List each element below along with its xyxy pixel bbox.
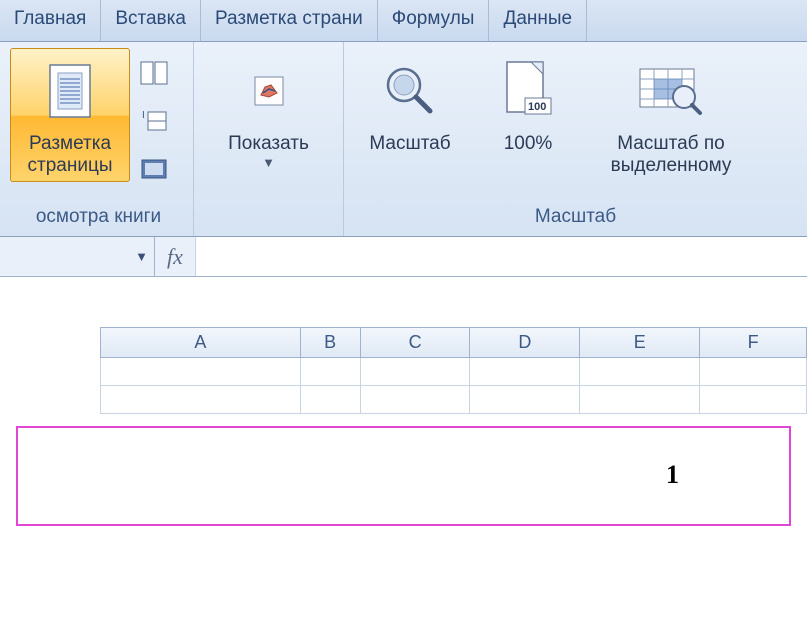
formula-input[interactable]	[195, 237, 807, 276]
page-layout-view-button[interactable]: Разметка страницы	[10, 48, 130, 182]
tab-formulas[interactable]: Формулы	[378, 0, 490, 41]
cell[interactable]	[700, 386, 807, 414]
tab-data[interactable]: Данные	[489, 0, 587, 41]
cell[interactable]	[101, 358, 301, 386]
cell[interactable]	[470, 358, 580, 386]
custom-views-icon	[140, 158, 168, 180]
group-show: Показать ▼	[194, 42, 344, 236]
zoom-100-label: 100%	[504, 133, 553, 155]
tab-page-layout[interactable]: Разметка страни	[201, 0, 378, 41]
cell[interactable]	[301, 358, 361, 386]
cell[interactable]	[580, 358, 700, 386]
chevron-down-icon: ▼	[135, 249, 148, 264]
col-header-c[interactable]: C	[361, 328, 471, 358]
sheet-area: A B C D E F 1	[0, 277, 807, 526]
col-header-a[interactable]: A	[101, 328, 301, 358]
custom-views-button[interactable]	[134, 150, 174, 188]
column-headers: A B C D E F	[100, 327, 807, 358]
group-zoom: Масштаб 100 100%	[344, 42, 807, 236]
zoom-selection-label: Масштаб по выделенному	[611, 133, 732, 177]
name-box[interactable]: ▼	[0, 237, 155, 276]
cell[interactable]	[700, 358, 807, 386]
formula-bar: ▼ fx	[0, 237, 807, 277]
col-header-b[interactable]: B	[301, 328, 361, 358]
cell[interactable]	[470, 386, 580, 414]
show-icon	[247, 55, 291, 127]
cell[interactable]	[580, 386, 700, 414]
col-header-f[interactable]: F	[700, 328, 807, 358]
group-zoom-label: Масштаб	[344, 202, 807, 236]
tab-insert[interactable]: Вставка	[101, 0, 201, 41]
grid-rows	[100, 358, 807, 414]
table-row	[101, 358, 807, 386]
page-number: 1	[666, 460, 679, 490]
col-header-e[interactable]: E	[580, 328, 700, 358]
svg-text:I: I	[142, 110, 145, 121]
magnifier-icon	[382, 55, 438, 127]
chevron-down-icon: ▼	[262, 156, 275, 171]
col-header-d[interactable]: D	[470, 328, 580, 358]
cell[interactable]	[301, 386, 361, 414]
normal-view-button[interactable]	[134, 54, 174, 92]
zoom-label: Масштаб	[369, 133, 450, 155]
fx-button[interactable]: fx	[155, 244, 195, 270]
page-layout-icon	[46, 55, 94, 127]
zoom-selection-button[interactable]: Масштаб по выделенному	[586, 48, 756, 182]
svg-text:100: 100	[528, 101, 546, 113]
show-label: Показать	[228, 133, 309, 155]
page-layout-view-label: Разметка страницы	[28, 133, 113, 177]
page-header-box[interactable]: 1	[16, 426, 791, 526]
group-view-modes-label: осмотра книги	[4, 202, 193, 236]
cell[interactable]	[361, 358, 471, 386]
page-break-icon: I	[140, 108, 168, 134]
group-view-modes: Разметка страницы I	[4, 42, 194, 236]
cell[interactable]	[101, 386, 301, 414]
grid-magnifier-icon	[636, 55, 706, 127]
zoom-100-button[interactable]: 100 100%	[476, 48, 580, 160]
zoom-button[interactable]: Масштаб	[350, 48, 470, 160]
page-break-view-button[interactable]: I	[134, 102, 174, 140]
normal-view-icon	[140, 61, 168, 85]
document-100-icon: 100	[501, 55, 555, 127]
ribbon-tabs: Главная Вставка Разметка страни Формулы …	[0, 0, 807, 42]
cell[interactable]	[361, 386, 471, 414]
show-button[interactable]: Показать ▼	[205, 48, 333, 176]
table-row	[101, 386, 807, 414]
tab-home[interactable]: Главная	[0, 0, 101, 41]
ribbon: Разметка страницы I	[0, 42, 807, 237]
